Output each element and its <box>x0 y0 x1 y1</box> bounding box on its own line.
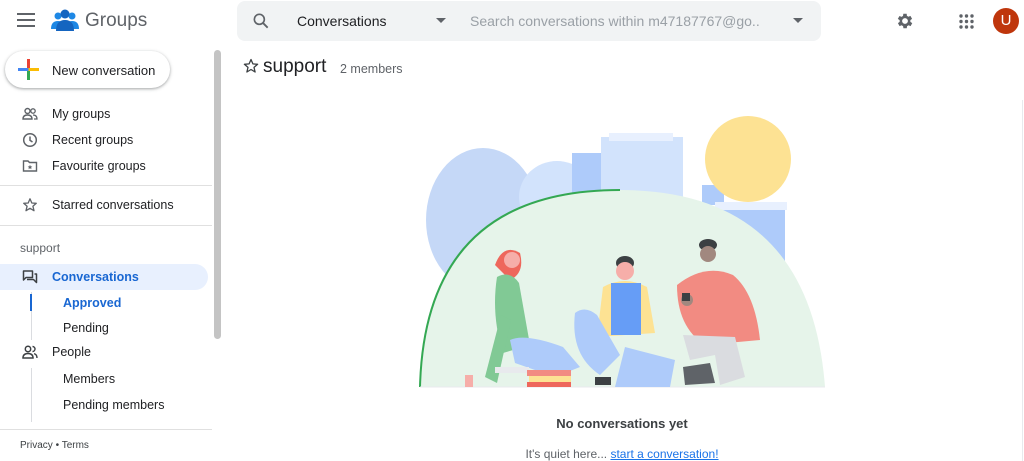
forum-icon <box>22 270 38 284</box>
people-outline-icon <box>22 107 38 120</box>
empty-state-title: No conversations yet <box>556 416 688 431</box>
search-icon[interactable] <box>251 11 271 31</box>
people-icon <box>22 345 38 359</box>
sidebar-item-people[interactable]: People <box>0 339 208 365</box>
empty-state-text: It's quiet here... <box>525 447 611 461</box>
sidebar-divider <box>0 185 212 186</box>
sidebar-item-label: Starred conversations <box>52 198 174 212</box>
new-conversation-label: New conversation <box>52 63 156 78</box>
plus-icon <box>18 59 39 80</box>
sidebar-item-label: Pending <box>63 321 109 335</box>
chevron-down-icon[interactable] <box>436 18 446 23</box>
sidebar-item-label: Conversations <box>52 270 139 284</box>
sidebar-item-label: Favourite groups <box>52 159 146 173</box>
star-icon[interactable] <box>243 58 259 74</box>
gear-icon[interactable] <box>895 11 915 31</box>
search-scope-select[interactable]: Conversations <box>297 13 387 29</box>
sidebar-item-label: My groups <box>52 107 111 121</box>
sidebar-item-starred-conversations[interactable]: Starred conversations <box>0 192 208 218</box>
new-conversation-button[interactable]: New conversation <box>5 51 170 88</box>
sidebar-item-conversations[interactable]: Conversations <box>0 264 208 290</box>
search-options-chevron-icon[interactable] <box>793 18 803 23</box>
sidebar-item-label: Members <box>63 372 116 386</box>
group-section-heading: support <box>20 241 61 255</box>
sidebar-item-label: Pending members <box>63 398 165 412</box>
sidebar-divider <box>0 225 212 226</box>
folder-star-icon <box>22 160 38 172</box>
start-conversation-link[interactable]: start a conversation! <box>610 447 718 461</box>
page-title: support <box>263 56 327 77</box>
sidebar-item-favourite-groups[interactable]: Favourite groups <box>0 153 208 179</box>
empty-state-illustration <box>419 116 825 388</box>
sidebar-item-members[interactable]: Members <box>30 366 208 392</box>
app-name: Groups <box>85 10 148 31</box>
sidebar-item-label: Approved <box>63 296 122 310</box>
avatar[interactable]: U <box>993 8 1019 34</box>
sidebar-item-pending-members[interactable]: Pending members <box>30 392 208 418</box>
sidebar-item-approved[interactable]: Approved <box>30 290 208 316</box>
search-input[interactable]: Search conversations within m47187767@go… <box>470 13 760 29</box>
main-menu-icon[interactable] <box>17 13 35 27</box>
sidebar-item-pending[interactable]: Pending <box>30 315 208 341</box>
sidebar-item-label: People <box>52 345 91 359</box>
app-header: Groups Conversations Search conversation… <box>0 0 1024 42</box>
sidebar-item-recent-groups[interactable]: Recent groups <box>0 127 208 153</box>
clock-icon <box>22 132 38 148</box>
empty-state-message: It's quiet here... start a conversation! <box>0 447 1024 461</box>
content-edge <box>1022 100 1023 461</box>
apps-grid-icon[interactable] <box>959 14 974 29</box>
sidebar-scrollbar[interactable] <box>214 50 221 339</box>
sidebar-item-my-groups[interactable]: My groups <box>0 101 208 127</box>
star-outline-icon <box>23 198 37 212</box>
member-count[interactable]: 2 members <box>340 62 403 76</box>
sidebar-item-label: Recent groups <box>52 133 134 147</box>
search-bar[interactable]: Conversations Search conversations withi… <box>237 1 821 41</box>
groups-logo-icon <box>51 9 79 31</box>
